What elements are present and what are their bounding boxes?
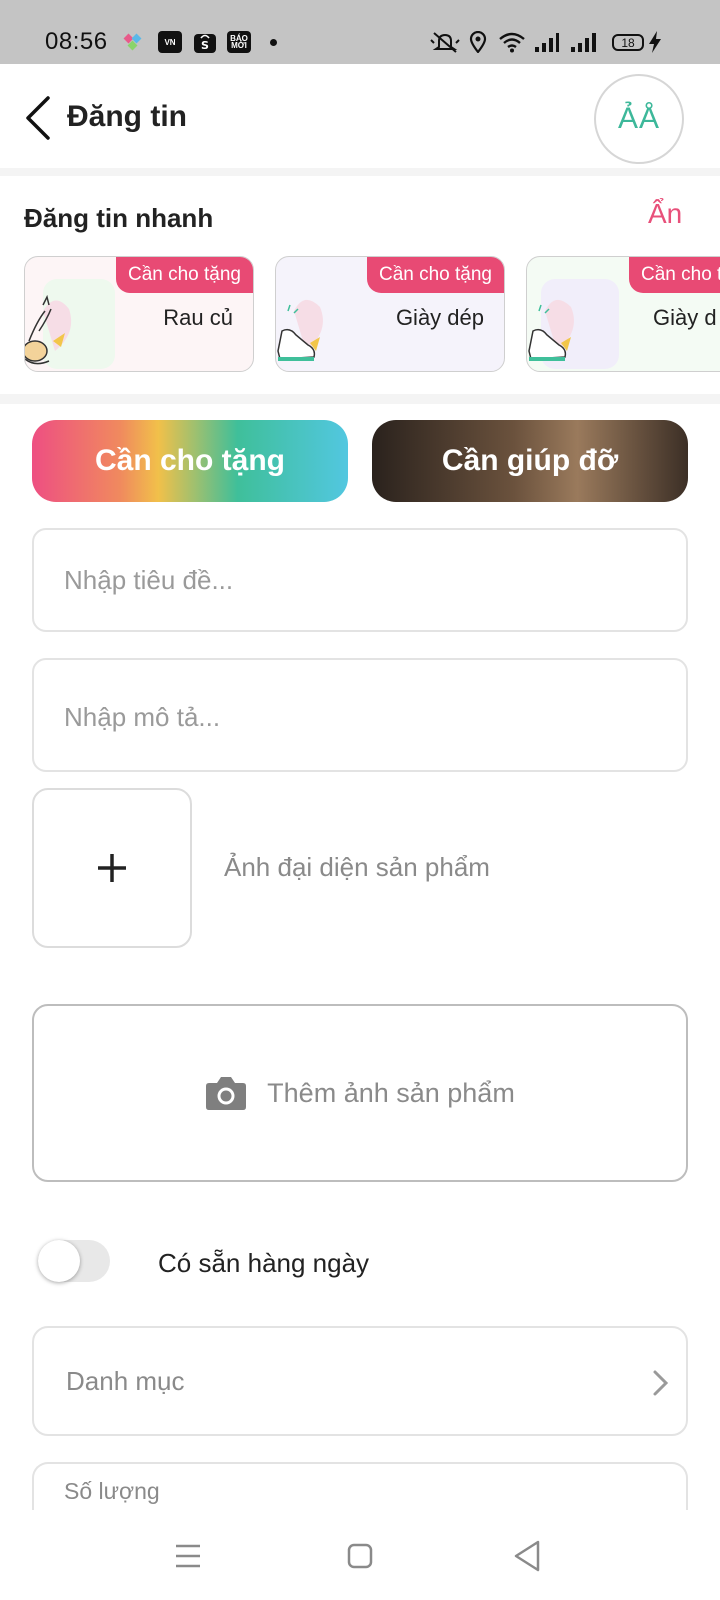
status-time: 08:56 [45, 28, 108, 55]
page-title: Đăng tin [67, 100, 187, 133]
card-badge: Cần cho tặng [366, 257, 504, 293]
baomoi-text: BÁO MỚI [230, 34, 248, 50]
tab-give[interactable]: Cần cho tặng [32, 420, 348, 502]
shoes-illustration-icon [528, 279, 619, 369]
wifi-icon [499, 32, 525, 53]
back-nav-icon[interactable] [508, 1536, 548, 1576]
plus-icon [98, 854, 126, 882]
quantity-label: Số lượng [64, 1478, 160, 1504]
vnexpress-text: VN [164, 37, 176, 47]
svg-text:S: S [201, 39, 209, 52]
camera-icon [206, 1077, 247, 1110]
description-input[interactable] [34, 660, 686, 770]
baomoi-icon: BÁO MỚI [227, 31, 251, 53]
status-bar: 08:56 VN S BÁO MỚI 18 [0, 0, 720, 64]
title-field[interactable] [32, 528, 688, 632]
title-input[interactable] [34, 530, 686, 630]
signal-icon [535, 33, 559, 52]
category-label: Danh mục [66, 1366, 185, 1396]
card-badge: Cần cho tặng [629, 257, 720, 293]
vnexpress-icon: VN [158, 31, 182, 53]
card-badge: Cần cho tặng [115, 257, 253, 293]
quick-card-vegetables[interactable]: Cần cho tặng Rau củ [24, 256, 254, 372]
toggle-knob [38, 1240, 80, 1282]
chevron-right-icon [653, 1370, 669, 1396]
menu-icon[interactable] [168, 1536, 208, 1576]
tab-help[interactable]: Cần giúp đỡ [372, 420, 688, 502]
location-icon [469, 31, 487, 53]
section-divider [0, 168, 720, 176]
back-arrow-icon[interactable] [20, 94, 56, 142]
charging-icon [649, 31, 661, 53]
font-size-button[interactable]: ẢÅ [594, 74, 684, 164]
battery-level: 18 [621, 35, 635, 50]
system-nav-bar [0, 1510, 720, 1600]
description-field[interactable] [32, 658, 688, 772]
daily-available-label: Có sẵn hàng ngày [158, 1248, 370, 1278]
quick-post-title: Đăng tin nhanh [24, 203, 214, 233]
section-divider [0, 394, 720, 404]
hide-quick-post-button[interactable]: Ẩn [648, 198, 682, 230]
avatar-label: Ảnh đại diện sản phẩm [224, 852, 490, 882]
quick-card-shoes[interactable]: Cần cho tặng Giày dép [275, 256, 505, 372]
home-icon[interactable] [340, 1536, 380, 1576]
add-photos-button[interactable]: Thêm ảnh sản phẩm [32, 1004, 688, 1182]
card-label: Giày dép [395, 305, 484, 330]
signal-icon-2 [571, 33, 596, 52]
card-label: Rau củ [163, 305, 233, 330]
daily-available-toggle[interactable] [38, 1240, 110, 1282]
notification-dot-icon [270, 39, 277, 46]
tab-help-label: Cần giúp đỡ [441, 444, 619, 477]
quick-card-shoes-2[interactable]: Cần cho tặng Giày d [526, 256, 720, 372]
shoes-illustration-icon [277, 299, 323, 361]
add-avatar-button[interactable] [32, 788, 192, 948]
tab-give-label: Cần cho tặng [94, 444, 285, 477]
battery-icon: 18 [612, 34, 644, 51]
category-select[interactable]: Danh mục [32, 1326, 688, 1436]
add-photos-label: Thêm ảnh sản phẩm [267, 1077, 515, 1108]
card-label: Giày d [653, 305, 717, 330]
mute-icon [430, 32, 460, 53]
vegetables-illustration-icon [25, 279, 115, 369]
app-badge-icon [123, 33, 142, 51]
shopee-icon: S [194, 34, 216, 53]
font-size-icon: ẢÅ [617, 102, 661, 135]
